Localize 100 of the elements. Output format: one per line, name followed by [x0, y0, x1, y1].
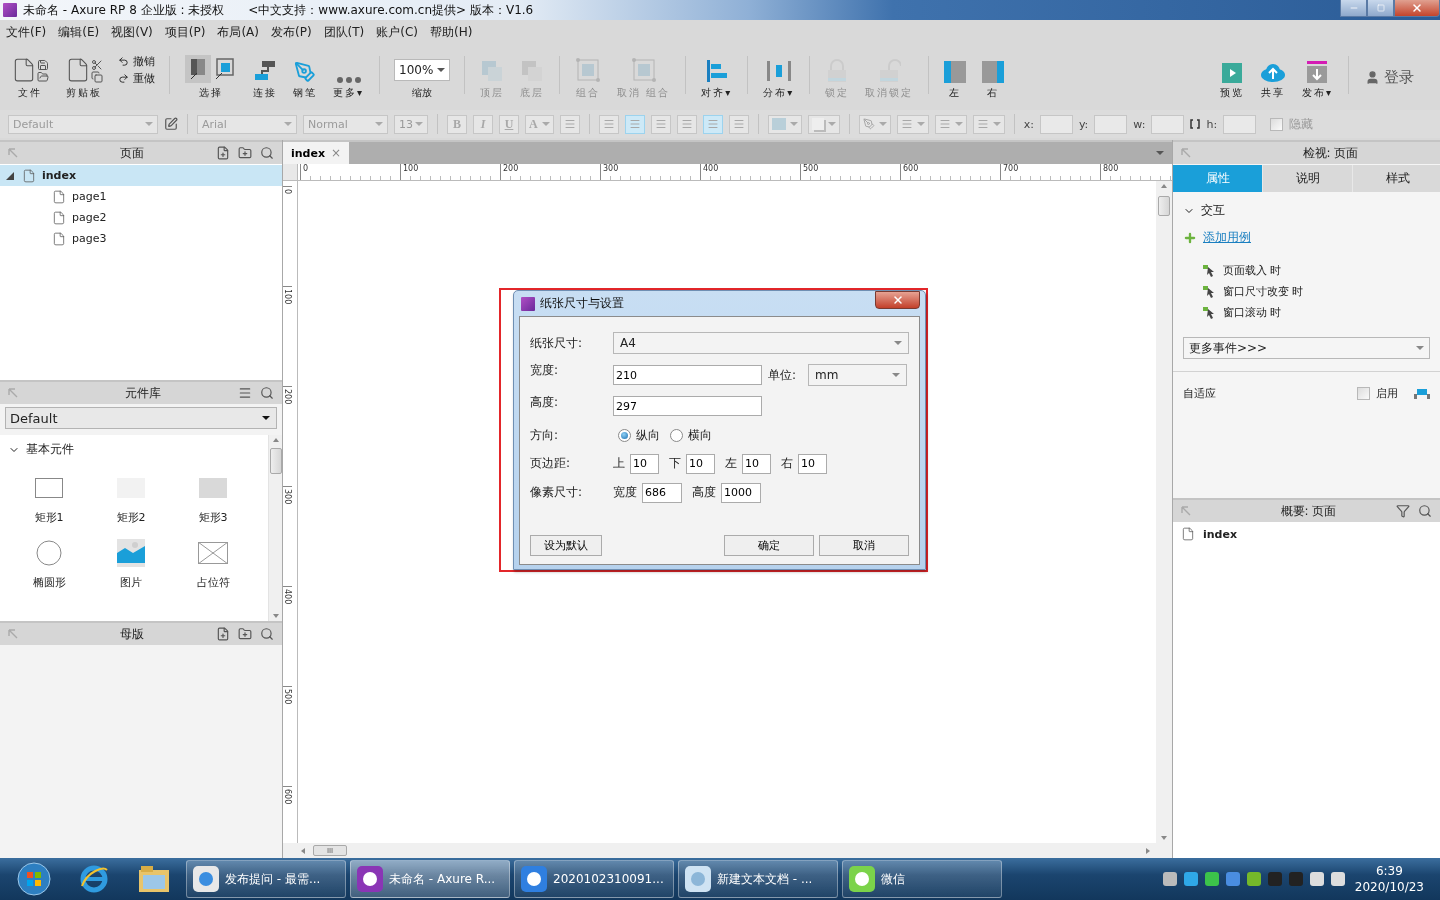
toolbar-button[interactable]: 剪贴板 [58, 44, 110, 110]
widget-item[interactable]: 图片 [90, 539, 172, 590]
menu-item[interactable]: 团队(T) [323, 23, 365, 41]
widget-item[interactable]: 矩形2 [90, 474, 172, 525]
toolbar-button[interactable]: 文件 [4, 44, 56, 110]
line-style-button[interactable] [934, 114, 967, 134]
pixel-field[interactable]: 1000 [721, 482, 761, 503]
height-field[interactable]: 297 [613, 396, 762, 416]
format-painter-icon[interactable] [164, 117, 178, 131]
close-button[interactable] [875, 290, 920, 309]
text-align-button[interactable] [650, 114, 671, 134]
text-align-button[interactable] [624, 114, 645, 134]
coord-field[interactable] [1039, 114, 1073, 134]
event-item[interactable]: 页面载入 时 [1183, 260, 1430, 281]
menu-item[interactable]: 帮助(H) [430, 23, 473, 41]
menu-item[interactable]: 布局(A) [217, 23, 259, 41]
menu-item[interactable]: 发布(P) [271, 23, 312, 41]
maximize-button[interactable] [1367, 0, 1394, 17]
event-item[interactable]: 窗口尺寸改变 时 [1183, 281, 1430, 302]
coord-field[interactable] [1151, 114, 1185, 134]
vertical-align-button[interactable] [728, 114, 749, 134]
menu-item[interactable]: 账户(C) [376, 23, 419, 41]
taskbar-button[interactable]: 新建文本文档 - ... [678, 860, 838, 898]
add-folder-icon[interactable] [238, 627, 252, 641]
page-item[interactable]: page2 [0, 207, 282, 228]
unit-select[interactable]: mm [808, 364, 908, 386]
adaptive-icon[interactable] [1414, 388, 1430, 399]
widget-item[interactable]: 椭圆形 [8, 539, 90, 590]
fill-color-button[interactable] [767, 114, 802, 134]
minimize-button[interactable] [1340, 0, 1367, 17]
volume-icon[interactable] [1330, 872, 1345, 886]
caret-icon[interactable] [1156, 151, 1164, 155]
inspector-tab[interactable]: 说明 [1263, 165, 1352, 192]
toolbar-button[interactable]: 右 [975, 44, 1012, 110]
paper-size-select[interactable]: A4 [613, 332, 909, 354]
event-item[interactable]: 窗口滚动 时 [1183, 302, 1430, 323]
login-button[interactable]: 登录 [1357, 44, 1436, 110]
coord-field[interactable] [1094, 114, 1128, 134]
coord-field[interactable] [1223, 114, 1257, 134]
enable-checkbox[interactable] [1357, 387, 1370, 400]
canvas[interactable]: 纸张尺寸与设置 纸张尺寸: A4 宽度: 210 单位: mm 高度: 297 方向: 纵向 横向 页边距: 上 10 下 10 左 10 右 10 像素尺寸: 宽度 686 高度 1000 设为默认 确定 取消 [298, 181, 1156, 843]
add-page-icon[interactable] [216, 627, 230, 641]
vertical-align-button[interactable] [702, 114, 723, 134]
search-icon[interactable] [260, 627, 274, 641]
scroll-up-icon[interactable] [1161, 184, 1167, 188]
toolbar-button[interactable]: 钢笔 [286, 44, 324, 110]
tray-icon[interactable] [1204, 872, 1219, 886]
scroll-right-icon[interactable] [1146, 847, 1150, 854]
tray-icon[interactable] [1246, 872, 1261, 886]
cancel-button[interactable]: 取消 [819, 535, 909, 556]
page-item[interactable]: page1 [0, 186, 282, 207]
toolbar-button[interactable]: 分布▾ [756, 44, 802, 110]
margin-field[interactable]: 10 [686, 453, 715, 474]
tray-icon[interactable] [1183, 872, 1198, 886]
menu-item[interactable]: 视图(V) [111, 23, 153, 41]
orientation-radio[interactable]: 横向 [670, 426, 712, 444]
zoom-select[interactable]: 100% [394, 59, 451, 81]
add-folder-icon[interactable] [238, 146, 252, 160]
library-select[interactable]: Default [5, 407, 277, 429]
search-icon[interactable] [260, 386, 274, 400]
list-button[interactable] [559, 114, 580, 134]
filter-icon[interactable] [1396, 504, 1410, 518]
clock[interactable]: 6:39 2020/10/23 [1348, 863, 1434, 895]
arrow-style-button[interactable] [972, 114, 1005, 134]
page-item[interactable]: page3 [0, 228, 282, 249]
search-icon[interactable] [260, 146, 274, 160]
widget-item[interactable]: 矩形3 [172, 474, 254, 525]
toolbar-button[interactable]: 左 [937, 44, 974, 110]
taskbar-button[interactable]: 发布提问 - 最需... [186, 860, 346, 898]
toolbar-button[interactable]: 更多▾ [326, 44, 372, 110]
network-icon[interactable] [1309, 872, 1324, 886]
margin-field[interactable]: 10 [798, 453, 827, 474]
menu-icon[interactable] [238, 386, 252, 400]
orientation-radio[interactable]: 纵向 [618, 426, 660, 444]
redo-button[interactable]: 重做 [118, 71, 155, 86]
set-default-button[interactable]: 设为默认 [530, 535, 602, 556]
margin-field[interactable]: 10 [630, 453, 659, 474]
document-tab[interactable]: index × [283, 142, 350, 164]
scroll-up-icon[interactable] [272, 438, 279, 442]
scroll-left-icon[interactable] [301, 847, 305, 854]
menu-item[interactable]: 编辑(E) [58, 23, 100, 41]
section-header[interactable]: 基本元件 [8, 441, 260, 458]
shadow-button[interactable] [807, 114, 840, 134]
page-item[interactable]: index [0, 165, 282, 186]
widget-item[interactable]: 矩形1 [8, 474, 90, 525]
toolbar-button[interactable]: 连接 [246, 44, 284, 110]
search-icon[interactable] [1418, 504, 1432, 518]
scrollbar[interactable] [268, 435, 282, 621]
inspector-tab[interactable]: 样式 [1353, 165, 1440, 192]
hidden-checkbox[interactable] [1270, 117, 1284, 131]
toolbar-button[interactable]: 发布▾ [1294, 44, 1340, 110]
line-color-button[interactable] [858, 114, 891, 134]
add-page-icon[interactable] [216, 146, 230, 160]
taskbar-button[interactable]: 微信 [842, 860, 1002, 898]
more-events-select[interactable]: 更多事件>>> [1183, 337, 1430, 359]
keyboard-icon[interactable] [1162, 872, 1177, 886]
ok-button[interactable]: 确定 [724, 535, 814, 556]
vertical-align-button[interactable] [676, 114, 697, 134]
margin-field[interactable]: 10 [742, 453, 771, 474]
line-weight-button[interactable] [896, 114, 929, 134]
